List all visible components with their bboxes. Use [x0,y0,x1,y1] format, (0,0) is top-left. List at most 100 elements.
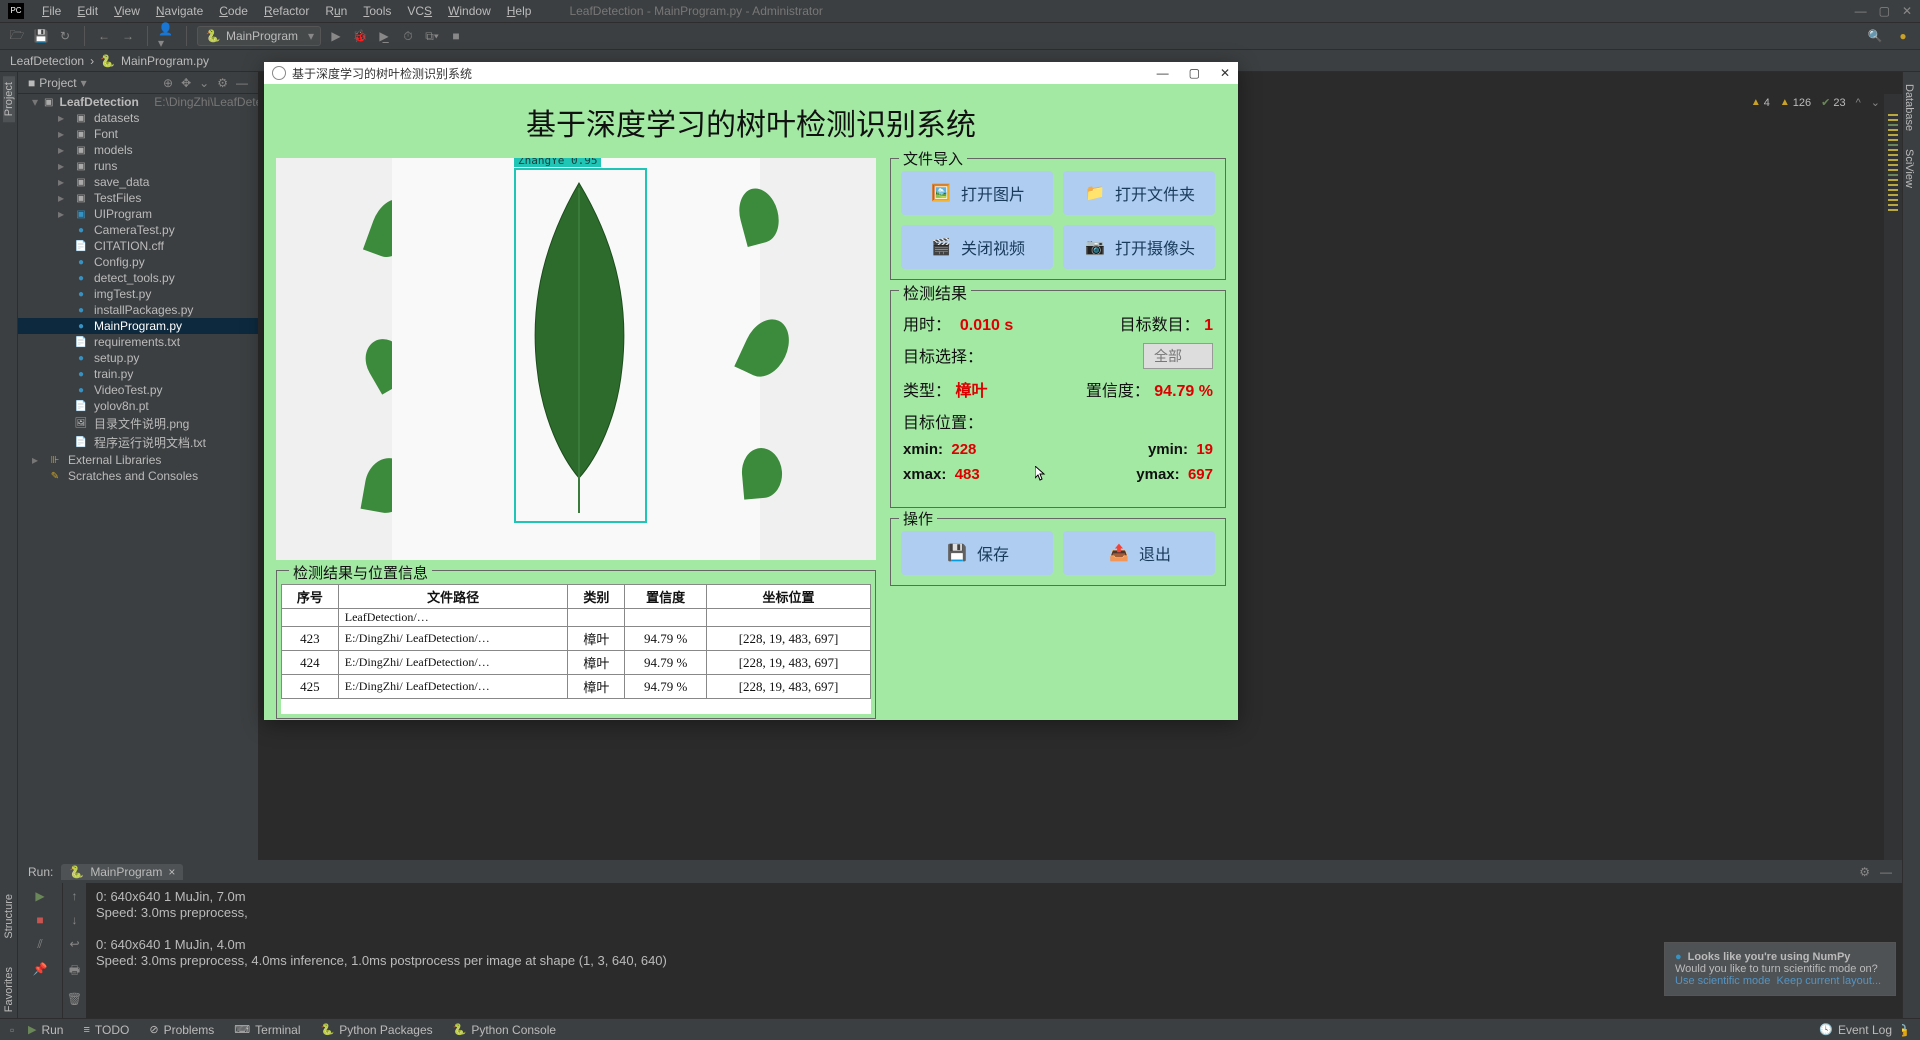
print-icon[interactable]: 🖶 [69,961,80,982]
select-opened-icon[interactable]: ⊕ [163,76,173,90]
tool-todo[interactable]: ≡TODO [83,1023,129,1037]
tree-folder[interactable]: ▸▣runs [18,158,258,174]
qt-minimize-icon[interactable]: — [1157,66,1169,80]
user-icon[interactable]: 👤▾ [158,27,176,45]
table-row[interactable]: 425E:/DingZhi/ LeafDetection/…樟叶94.79 %[… [282,675,871,699]
tree-folder[interactable]: ▸▣TestFiles [18,190,258,206]
menu-refactor[interactable]: Refactor [256,4,317,18]
menu-file[interactable]: File [34,4,69,18]
notify-link-scientific[interactable]: Use scientific mode [1675,975,1770,987]
tool-problems[interactable]: ⊘Problems [149,1023,214,1037]
open-icon[interactable]: 🗁 [8,27,26,45]
maximize-icon[interactable]: ▢ [1879,4,1890,18]
tree-file[interactable]: ●VideoTest.py [18,382,258,398]
open-folder-button[interactable]: 📁打开文件夹 [1063,171,1215,215]
run-config-selector[interactable]: 🐍 MainProgram [197,26,321,46]
close-tab-icon[interactable]: × [168,865,175,879]
tree-file[interactable]: ●CameraTest.py [18,222,258,238]
rerun-icon[interactable]: ▶ [35,889,44,903]
exit-button[interactable]: 📤退出 [1063,531,1215,575]
qt-close-icon[interactable]: ✕ [1220,66,1230,80]
tree-scratches[interactable]: ✎Scratches and Consoles [18,468,258,484]
tree-file[interactable]: 📄requirements.txt [18,334,258,350]
run-icon[interactable]: ▶ [327,27,345,45]
layout-icon[interactable]: ⫽ [37,937,42,952]
tree-external-libs[interactable]: ▸⊪External Libraries [18,452,258,468]
qt-title-bar[interactable]: 基于深度学习的树叶检测识别系统 — ▢ ✕ [264,62,1238,84]
tree-file[interactable]: 📄yolov8n.pt [18,398,258,414]
tree-folder[interactable]: ▸▣datasets [18,110,258,126]
menu-help[interactable]: Help [499,4,540,18]
ide-updates-icon[interactable]: ● [1894,27,1912,45]
open-camera-button[interactable]: 📷打开摄像头 [1063,225,1215,269]
tree-file[interactable]: ●train.py [18,366,258,382]
table-row[interactable]: 424E:/DingZhi/ LeafDetection/…樟叶94.79 %[… [282,651,871,675]
breadcrumb-file[interactable]: MainProgram.py [121,54,209,68]
close-video-button[interactable]: 🎬关闭视频 [901,225,1053,269]
tab-database[interactable]: Database [1903,78,1915,137]
tab-sciview[interactable]: SciView [1903,143,1915,194]
hide-icon[interactable]: — [1880,865,1892,879]
tool-run[interactable]: ▶Run [28,1023,63,1037]
coverage-icon[interactable]: ▶̲ [375,27,393,45]
back-icon[interactable]: ← [95,27,113,45]
menu-vcs[interactable]: VCS [399,4,440,18]
wrap-icon[interactable]: ↩ [69,937,79,951]
expand-icon[interactable]: ✥ [181,76,191,90]
tree-file[interactable]: 🖼目录文件说明.png [18,414,258,433]
tab-structure[interactable]: Structure [3,888,15,945]
search-everywhere-icon[interactable]: 🔍 [1866,27,1884,45]
menu-edit[interactable]: Edit [69,4,106,18]
inspection-widget[interactable]: ▲4 ▲126 ✔23 ^⌄ [1751,96,1880,109]
tree-file[interactable]: ●Config.py [18,254,258,270]
profile-icon[interactable]: ⏱ [399,27,417,45]
tree-file[interactable]: 📄CITATION.cff [18,238,258,254]
tool-eventlog[interactable]: 🕓Event Log [1819,1023,1892,1037]
breadcrumb-project[interactable]: LeafDetection [10,54,84,68]
close-icon[interactable]: ✕ [1902,4,1912,18]
project-tree[interactable]: ▾▣LeafDetection E:\DingZhi\LeafDetection… [18,94,258,860]
tree-file[interactable]: ●detect_tools.py [18,270,258,286]
save-button[interactable]: 💾保存 [901,531,1053,575]
trash-icon[interactable]: 🗑 [67,992,82,1006]
table-row[interactable]: 423E:/DingZhi/ LeafDetection/…樟叶94.79 %[… [282,627,871,651]
menu-tools[interactable]: Tools [355,4,399,18]
debug-icon[interactable]: 🐞 [351,27,369,45]
pin-icon[interactable]: 📌 [33,962,48,976]
table-row[interactable]: LeafDetection/… [282,609,871,627]
tree-folder[interactable]: ▸▣UIProgram [18,206,258,222]
stop-icon[interactable]: ■ [447,27,465,45]
stop-icon[interactable]: ■ [36,913,43,927]
save-all-icon[interactable]: 💾 [32,27,50,45]
menu-view[interactable]: View [106,4,148,18]
reload-icon[interactable]: ↻ [56,27,74,45]
menu-code[interactable]: Code [211,4,256,18]
forward-icon[interactable]: → [119,27,137,45]
tool-pypackages[interactable]: 🐍Python Packages [321,1023,433,1037]
tab-favorites[interactable]: Favorites [3,961,15,1018]
hide-icon[interactable]: — [236,76,248,90]
menu-navigate[interactable]: Navigate [148,4,211,18]
notification-balloon[interactable]: ●Looks like you're using NumPy Would you… [1664,942,1896,996]
tree-file[interactable]: 📄程序运行说明文档.txt [18,433,258,452]
tw-quick-icon[interactable]: ▫ [10,1023,14,1037]
tree-file-selected[interactable]: ●MainProgram.py [18,318,258,334]
gear-icon[interactable]: ⚙ [1859,865,1870,879]
notify-link-keep[interactable]: Keep current layout... [1777,975,1882,987]
tool-pyconsole[interactable]: 🐍Python Console [453,1023,556,1037]
target-select[interactable]: 全部 [1143,343,1213,369]
open-image-button[interactable]: 🖼️打开图片 [901,171,1053,215]
up-icon[interactable]: ↑ [72,889,78,903]
tree-folder[interactable]: ▸▣Font [18,126,258,142]
tool-terminal[interactable]: ⌨Terminal [234,1023,300,1037]
qt-maximize-icon[interactable]: ▢ [1189,66,1200,80]
menu-run[interactable]: Run [317,4,355,18]
menu-window[interactable]: Window [440,4,499,18]
results-table-scroll[interactable]: 序号 文件路径 类别 置信度 坐标位置 LeafDetection/… 423E… [281,584,871,714]
tab-project[interactable]: Project [3,76,15,122]
run-tab[interactable]: 🐍 MainProgram × [61,864,183,880]
tree-folder[interactable]: ▸▣save_data [18,174,258,190]
tree-root[interactable]: ▾▣LeafDetection E:\DingZhi\LeafDetection [18,94,258,110]
collapse-icon[interactable]: ⌄ [199,76,209,90]
console-output[interactable]: 0: 640x640 1 MuJin, 7.0m Speed: 3.0ms pr… [86,883,1902,1018]
